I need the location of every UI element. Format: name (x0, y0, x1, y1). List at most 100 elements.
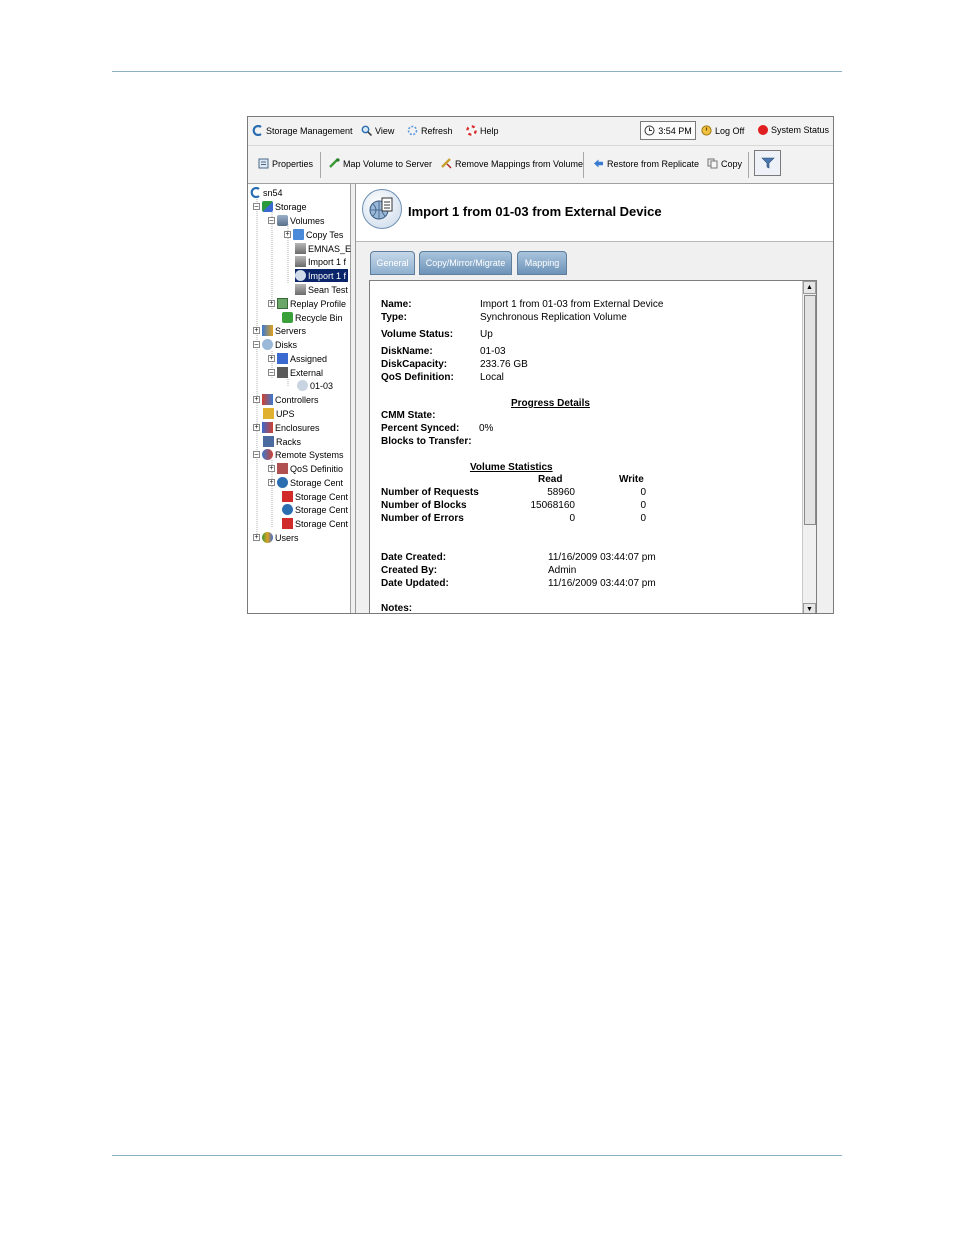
tree-item-sean-test[interactable]: Sean Test (295, 283, 348, 296)
footer-rule (112, 1155, 842, 1156)
tree-item-remote-systems[interactable]: – Remote Systems (253, 448, 344, 461)
expand-toggle[interactable]: + (284, 231, 291, 238)
date-created-value: 11/16/2009 03:44:07 pm (548, 552, 656, 563)
volume-status-value: Up (480, 329, 493, 340)
tree-item-import1[interactable]: Import 1 f (295, 255, 346, 268)
tab-general[interactable]: General (370, 251, 415, 275)
system-status-button[interactable]: System Status (758, 125, 829, 135)
clock-icon (644, 125, 655, 136)
tree-item-import1-selected[interactable]: Import 1 f (295, 269, 349, 282)
expand-toggle[interactable]: + (268, 355, 275, 362)
page-title: Import 1 from 01-03 from External Device (408, 204, 662, 219)
volume-statistics-heading: Volume Statistics (470, 462, 553, 473)
stats-row-read: 15068160 (530, 500, 576, 511)
tree-item-recycle-bin[interactable]: Recycle Bin (282, 311, 343, 324)
tree-label: Storage Cent (295, 518, 349, 529)
refresh-icon (407, 125, 418, 136)
tree-item-storage-center-2[interactable]: Storage Cent (282, 490, 348, 503)
external-disk-icon (277, 367, 288, 378)
stats-row-label: Number of Requests (381, 487, 479, 498)
stats-row-read: 58960 (547, 487, 575, 498)
tree-item-replay-profiles[interactable]: + Replay Profile (268, 297, 346, 310)
vertical-scrollbar[interactable]: ▲ ▼ (802, 281, 816, 613)
view-label: View (375, 125, 395, 136)
disk-capacity-label: DiskCapacity: (381, 359, 448, 370)
tree-root-label: sn54 (263, 187, 283, 198)
tree-item-storage-center-4[interactable]: Storage Cent (282, 517, 348, 530)
notes-label: Notes: (381, 603, 413, 614)
tree-label: QoS Definitio (290, 463, 344, 474)
tree-item-disk-0103[interactable]: 01-03 (297, 379, 333, 392)
tree-item-users[interactable]: + Users (253, 531, 299, 544)
tree-label: Import 1 f (308, 270, 347, 281)
expand-toggle[interactable]: + (253, 424, 260, 431)
log-off-button[interactable]: Log Off (701, 125, 744, 136)
collapse-toggle[interactable]: – (253, 203, 260, 210)
collapse-toggle[interactable]: – (268, 369, 275, 376)
collapse-toggle[interactable]: – (253, 451, 260, 458)
scroll-down-button[interactable]: ▼ (803, 603, 816, 613)
map-volume-button[interactable]: Map Volume to Server (329, 158, 432, 169)
expand-toggle[interactable]: + (253, 396, 260, 403)
restore-button[interactable]: Restore from Replicate (593, 158, 699, 169)
filter-menu-button[interactable] (754, 150, 781, 176)
scrollbar-thumb[interactable] (804, 295, 816, 525)
expand-toggle[interactable]: + (268, 300, 275, 307)
tab-copy-mirror-migrate[interactable]: Copy/Mirror/Migrate (419, 251, 512, 275)
tree-item-enclosures[interactable]: + Enclosures (253, 421, 320, 434)
properties-button[interactable]: Properties (258, 158, 313, 169)
clock-display: 3:54 PM (640, 121, 696, 140)
copy-label: Copy (721, 158, 743, 169)
tree-item-storage[interactable]: – Storage (253, 200, 307, 213)
expand-toggle[interactable]: + (268, 465, 275, 472)
status-red-dot-icon (758, 125, 768, 135)
volumes-icon (277, 215, 288, 226)
tab-mapping[interactable]: Mapping (517, 251, 567, 275)
volume-icon (295, 243, 306, 254)
remote-systems-icon (262, 449, 273, 460)
percent-synced-value: 0% (479, 423, 494, 434)
refresh-button[interactable]: Refresh (407, 125, 453, 136)
tree-item-storage-center-3[interactable]: Storage Cent (282, 503, 348, 516)
tree-item-qos[interactable]: + QoS Definitio (268, 462, 343, 475)
view-button[interactable]: View (361, 125, 394, 136)
tree-root[interactable]: sn54 (250, 186, 283, 199)
copy-button[interactable]: Copy (707, 158, 742, 169)
disk-folder-icon (277, 353, 288, 364)
detail-panel: Import 1 from 01-03 from External Device… (355, 184, 833, 614)
expand-toggle[interactable]: + (268, 479, 275, 486)
tab-container: General Copy/Mirror/Migrate Mapping Name… (356, 241, 833, 614)
tree-item-assigned[interactable]: + Assigned (268, 352, 327, 365)
tree-item-servers[interactable]: + Servers (253, 324, 306, 337)
remove-mappings-button[interactable]: Remove Mappings from Volume (441, 158, 583, 169)
scroll-up-button[interactable]: ▲ (803, 281, 816, 294)
expand-toggle[interactable]: + (253, 534, 260, 541)
tree-item-volumes[interactable]: – Volumes (268, 214, 325, 227)
racks-icon (263, 436, 274, 447)
ups-icon (263, 408, 274, 419)
tree-item-controllers[interactable]: + Controllers (253, 393, 319, 406)
type-label: Type: (381, 312, 407, 323)
tree-label: Servers (275, 325, 307, 336)
collapse-toggle[interactable]: – (253, 341, 260, 348)
action-toolbar: Properties Map Volume to Server Remove M… (248, 146, 833, 184)
toolbar-separator (583, 152, 584, 178)
tree-item-emnas[interactable]: EMNAS_E (295, 242, 351, 255)
tree-item-external[interactable]: – External (268, 366, 323, 379)
expand-toggle[interactable]: + (253, 327, 260, 334)
progress-details-heading: Progress Details (511, 398, 590, 409)
tree-item-racks[interactable]: Racks (263, 435, 301, 448)
globe-document-icon (369, 197, 393, 220)
tree-item-ups[interactable]: UPS (263, 407, 295, 420)
tree-item-storage-center-1[interactable]: + Storage Cent (268, 476, 343, 489)
tree-label: Import 1 f (308, 256, 347, 267)
storage-management-button[interactable]: Storage Management (252, 125, 353, 136)
help-button[interactable]: Help (466, 125, 499, 136)
tree-item-copy-test[interactable]: + Copy Tes (284, 228, 343, 241)
collapse-toggle[interactable]: – (268, 217, 275, 224)
created-by-value: Admin (548, 565, 577, 576)
toolbar-separator (320, 152, 321, 178)
tree-item-disks[interactable]: – Disks (253, 338, 297, 351)
cmm-state-label: CMM State: (381, 410, 436, 421)
properties-label: Properties (272, 158, 314, 169)
